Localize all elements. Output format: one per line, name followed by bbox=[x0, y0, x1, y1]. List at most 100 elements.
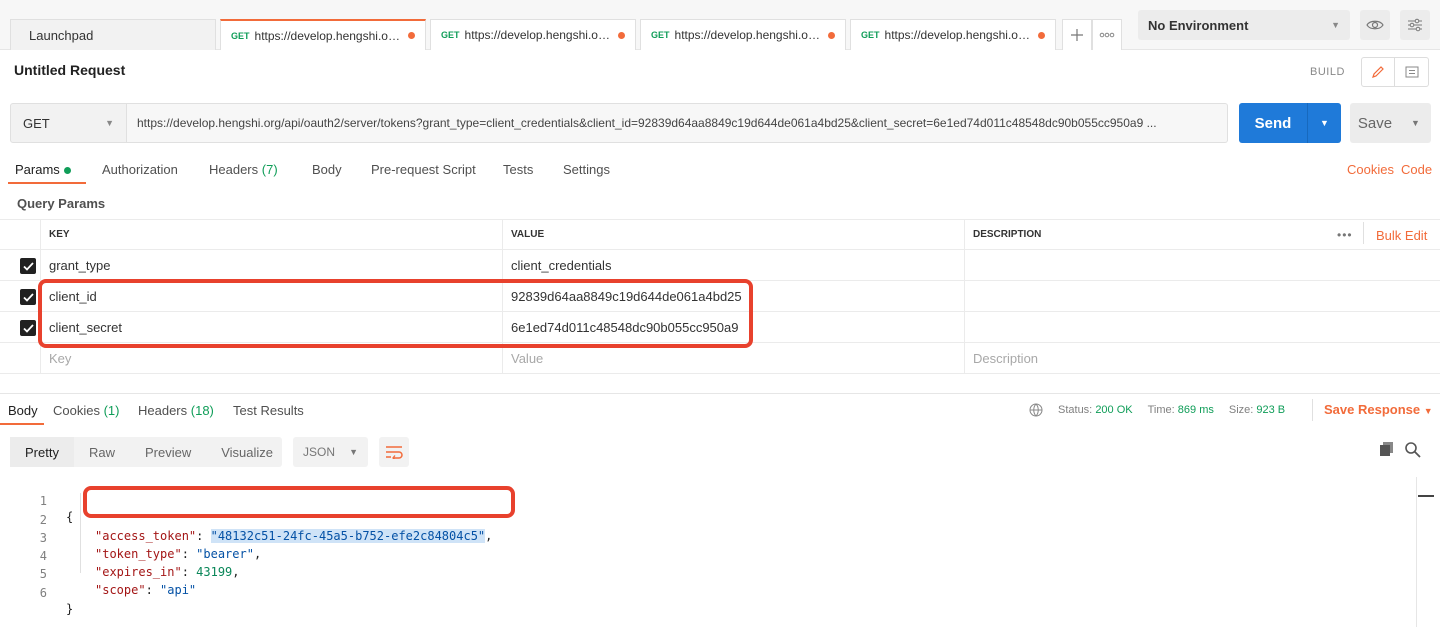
tab-params-label: Params bbox=[15, 162, 60, 177]
code-content: "access_token": "48132c51-24fc-45a5-b752… bbox=[95, 529, 493, 543]
param-value[interactable]: client_credentials bbox=[502, 250, 964, 280]
time-value[interactable]: 869 ms bbox=[1178, 404, 1214, 416]
edit-button[interactable] bbox=[1361, 57, 1395, 87]
tab-params[interactable]: Params bbox=[15, 162, 71, 177]
language-select[interactable]: JSON ▼ bbox=[293, 437, 368, 467]
tab-settings[interactable]: Settings bbox=[563, 162, 610, 177]
response-headers-label: Headers bbox=[138, 403, 188, 418]
code-link[interactable]: Code bbox=[1401, 162, 1432, 177]
table-header-row: KEY VALUE DESCRIPTION bbox=[0, 219, 1440, 250]
row-checkbox[interactable] bbox=[20, 289, 36, 305]
format-visualize[interactable]: Visualize bbox=[206, 437, 288, 467]
language-label: JSON bbox=[303, 445, 336, 459]
chevron-down-icon[interactable]: ▼ bbox=[1308, 118, 1341, 128]
tab-pre-request-script[interactable]: Pre-request Script bbox=[371, 162, 476, 177]
request-tab[interactable]: GET https://develop.hengshi.org... bbox=[220, 19, 426, 50]
plus-icon bbox=[1071, 29, 1083, 41]
globe-icon[interactable] bbox=[1028, 402, 1044, 418]
more-tabs-button[interactable] bbox=[1092, 19, 1122, 50]
tab-launchpad-label: Launchpad bbox=[29, 27, 94, 43]
tab-authorization[interactable]: Authorization bbox=[102, 162, 178, 177]
active-tab-indicator bbox=[8, 182, 86, 184]
cookies-link[interactable]: Cookies bbox=[1347, 162, 1394, 177]
tab-method: GET bbox=[861, 30, 880, 40]
chevron-down-icon: ▼ bbox=[1331, 20, 1340, 30]
method-select[interactable]: GET ▼ bbox=[10, 103, 127, 143]
copy-icon[interactable] bbox=[1379, 441, 1395, 460]
row-checkbox[interactable] bbox=[20, 320, 36, 336]
active-response-tab-indicator bbox=[0, 423, 44, 425]
tab-url: https://develop.hengshi.org... bbox=[674, 28, 822, 42]
checkmark-icon bbox=[22, 323, 34, 333]
bulk-edit-link[interactable]: Bulk Edit bbox=[1376, 228, 1427, 243]
tab-headers[interactable]: Headers (7) bbox=[209, 162, 278, 177]
response-tab-cookies[interactable]: Cookies (1) bbox=[53, 403, 119, 418]
column-header-key: KEY bbox=[40, 220, 502, 249]
chevron-down-icon[interactable]: ▼ bbox=[1400, 118, 1431, 128]
status-value[interactable]: 200 OK bbox=[1095, 404, 1132, 416]
response-tab-body[interactable]: Body bbox=[8, 403, 38, 418]
request-title[interactable]: Untitled Request bbox=[14, 62, 125, 78]
param-description[interactable] bbox=[964, 312, 1440, 342]
size-value[interactable]: 923 B bbox=[1256, 404, 1285, 416]
code-content: "expires_in": 43199, bbox=[95, 565, 240, 579]
json-string-value: "bearer" bbox=[196, 547, 254, 561]
size-label: Size: bbox=[1228, 404, 1254, 416]
environment-label: No Environment bbox=[1148, 17, 1249, 33]
unsaved-dot bbox=[1038, 31, 1045, 39]
chevron-down-icon: ▼ bbox=[105, 118, 114, 128]
wrap-lines-icon bbox=[386, 446, 403, 459]
response-tab-test-results[interactable]: Test Results bbox=[233, 403, 304, 418]
new-tab-button[interactable] bbox=[1062, 19, 1092, 50]
indent-guide bbox=[80, 493, 81, 573]
environment-quick-look-button[interactable] bbox=[1360, 10, 1390, 40]
column-options-icon[interactable]: ••• bbox=[1337, 228, 1353, 242]
scrollbar-track[interactable] bbox=[1416, 477, 1417, 627]
code-line: 4 "expires_in": 43199, bbox=[0, 532, 240, 579]
pencil-icon bbox=[1372, 66, 1384, 78]
headers-count: (7) bbox=[261, 162, 278, 177]
code-line: 3 "token_type": "bearer", bbox=[0, 514, 261, 561]
tab-launchpad[interactable]: Launchpad bbox=[10, 19, 216, 50]
response-cookies-count: (1) bbox=[103, 403, 120, 418]
request-tab[interactable]: GET https://develop.hengshi.org... bbox=[640, 19, 846, 50]
request-tab[interactable]: GET https://develop.hengshi.org... bbox=[850, 19, 1056, 50]
format-pretty[interactable]: Pretty bbox=[10, 437, 74, 467]
documentation-button[interactable] bbox=[1395, 57, 1429, 87]
tab-body[interactable]: Body bbox=[312, 162, 342, 177]
row-checkbox[interactable] bbox=[20, 258, 36, 274]
manage-environments-button[interactable] bbox=[1400, 10, 1430, 40]
format-raw[interactable]: Raw bbox=[74, 437, 130, 467]
response-divider bbox=[0, 393, 1440, 394]
request-subtabs: Params Authorization Headers (7) Body Pr… bbox=[0, 158, 1440, 186]
response-meta: Status: 200 OK Time: 869 ms Size: 923 B bbox=[1028, 402, 1285, 418]
tab-url: https://develop.hengshi.org... bbox=[464, 28, 612, 42]
wrap-lines-button[interactable] bbox=[379, 437, 409, 467]
param-description[interactable] bbox=[964, 250, 1440, 280]
tab-tests[interactable]: Tests bbox=[503, 162, 533, 177]
method-label: GET bbox=[23, 115, 50, 131]
send-button[interactable]: Send ▼ bbox=[1239, 103, 1341, 143]
environment-select[interactable]: No Environment ▼ bbox=[1138, 10, 1350, 40]
format-preview[interactable]: Preview bbox=[130, 437, 206, 467]
eye-icon bbox=[1366, 20, 1384, 30]
column-header-description: DESCRIPTION bbox=[964, 220, 1440, 249]
request-tab[interactable]: GET https://develop.hengshi.org... bbox=[430, 19, 636, 50]
response-headers-count: (18) bbox=[190, 403, 214, 418]
url-text: https://develop.hengshi.org/api/oauth2/s… bbox=[137, 116, 1157, 130]
code-line: 5 "scope": "api" bbox=[0, 550, 196, 597]
search-icon[interactable] bbox=[1404, 441, 1421, 461]
code-line: 6 } bbox=[0, 569, 73, 616]
param-description[interactable] bbox=[964, 281, 1440, 311]
tab-method: GET bbox=[441, 30, 460, 40]
new-description-input[interactable]: Description bbox=[964, 343, 1440, 373]
tab-method: GET bbox=[231, 30, 250, 41]
status-label: Status: bbox=[1058, 404, 1093, 416]
save-response-button[interactable]: Save Response ▼ bbox=[1324, 402, 1433, 417]
param-key[interactable]: grant_type bbox=[40, 250, 502, 280]
format-tabs: Pretty Raw Preview Visualize bbox=[10, 437, 282, 467]
response-tab-headers[interactable]: Headers (18) bbox=[138, 403, 214, 418]
url-input[interactable]: https://develop.hengshi.org/api/oauth2/s… bbox=[127, 103, 1228, 143]
build-mode-label: BUILD bbox=[1310, 66, 1345, 78]
save-button[interactable]: Save ▼ bbox=[1350, 103, 1431, 143]
